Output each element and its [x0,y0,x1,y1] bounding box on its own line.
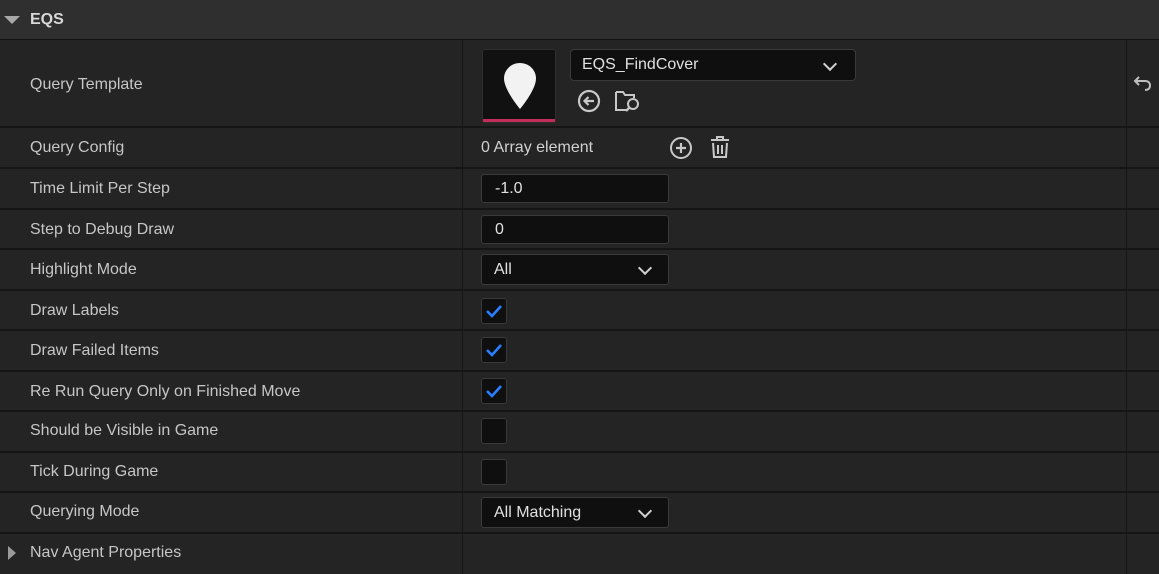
checkmark-icon [486,344,502,357]
visible-in-game-checkbox[interactable] [481,418,507,444]
highlight-mode-dropdown[interactable]: All [481,254,669,285]
step-debug-row: Step to Debug Draw 0 [0,210,1159,250]
tick-during-game-row: Tick During Game [0,453,1159,493]
nav-agent-label: Nav Agent Properties [30,544,182,561]
draw-labels-checkbox[interactable] [481,298,507,324]
location-pin-icon [504,63,536,109]
highlight-mode-label: Highlight Mode [30,261,137,278]
checkmark-icon [486,385,502,398]
asset-type-color-bar [483,119,555,122]
time-limit-label: Time Limit Per Step [30,180,170,197]
expand-arrow-icon[interactable] [8,546,16,560]
nav-agent-row[interactable]: Nav Agent Properties [0,534,1159,574]
browse-asset-icon[interactable] [614,88,642,114]
step-debug-input[interactable]: 0 [481,215,669,244]
highlight-mode-row: Highlight Mode All [0,250,1159,291]
draw-labels-label: Draw Labels [30,302,119,319]
rerun-query-label: Re Run Query Only on Finished Move [30,383,301,400]
chevron-down-icon [637,503,653,519]
draw-failed-row: Draw Failed Items [0,331,1159,372]
querying-mode-dropdown[interactable]: All Matching [481,497,669,528]
chevron-down-icon [822,56,838,72]
rerun-query-checkbox[interactable] [481,378,507,404]
step-debug-label: Step to Debug Draw [30,221,175,238]
visible-in-game-label: Should be Visible in Game [30,422,219,439]
asset-picker-combo[interactable]: EQS_FindCover [570,49,856,81]
draw-labels-row: Draw Labels [0,291,1159,331]
time-limit-input[interactable]: -1.0 [481,174,669,203]
delete-elements-icon[interactable] [709,135,731,159]
querying-mode-label: Querying Mode [30,503,140,520]
asset-name: EQS_FindCover [582,56,699,73]
highlight-mode-value: All [494,261,512,278]
querying-mode-value: All Matching [494,504,582,521]
collapse-arrow-icon[interactable] [4,16,20,24]
chevron-down-icon [637,260,653,276]
querying-mode-row: Querying Mode All Matching [0,493,1159,534]
reset-to-default-icon[interactable] [1133,74,1153,92]
eqs-section-header[interactable]: EQS [0,0,1159,40]
query-config-label: Query Config [30,139,125,156]
array-element-count: 0 Array element [481,139,594,156]
draw-failed-label: Draw Failed Items [30,342,159,359]
time-limit-row: Time Limit Per Step -1.0 [0,169,1159,210]
asset-thumbnail[interactable] [482,49,556,123]
tick-during-game-checkbox[interactable] [481,459,507,485]
details-panel: EQS Query Template EQS_FindCover Query C… [0,0,1159,574]
column-divider [1126,40,1127,574]
draw-failed-checkbox[interactable] [481,337,507,363]
query-template-label: Query Template [30,76,143,93]
checkmark-icon [486,305,502,318]
column-divider[interactable] [462,40,463,574]
add-element-icon[interactable] [669,136,693,160]
section-title: EQS [30,11,64,28]
rerun-query-row: Re Run Query Only on Finished Move [0,372,1159,412]
visible-in-game-row: Should be Visible in Game [0,412,1159,453]
tick-during-game-label: Tick During Game [30,463,159,480]
use-selected-icon[interactable] [577,89,601,113]
query-config-row: Query Config 0 Array element [0,128,1159,169]
